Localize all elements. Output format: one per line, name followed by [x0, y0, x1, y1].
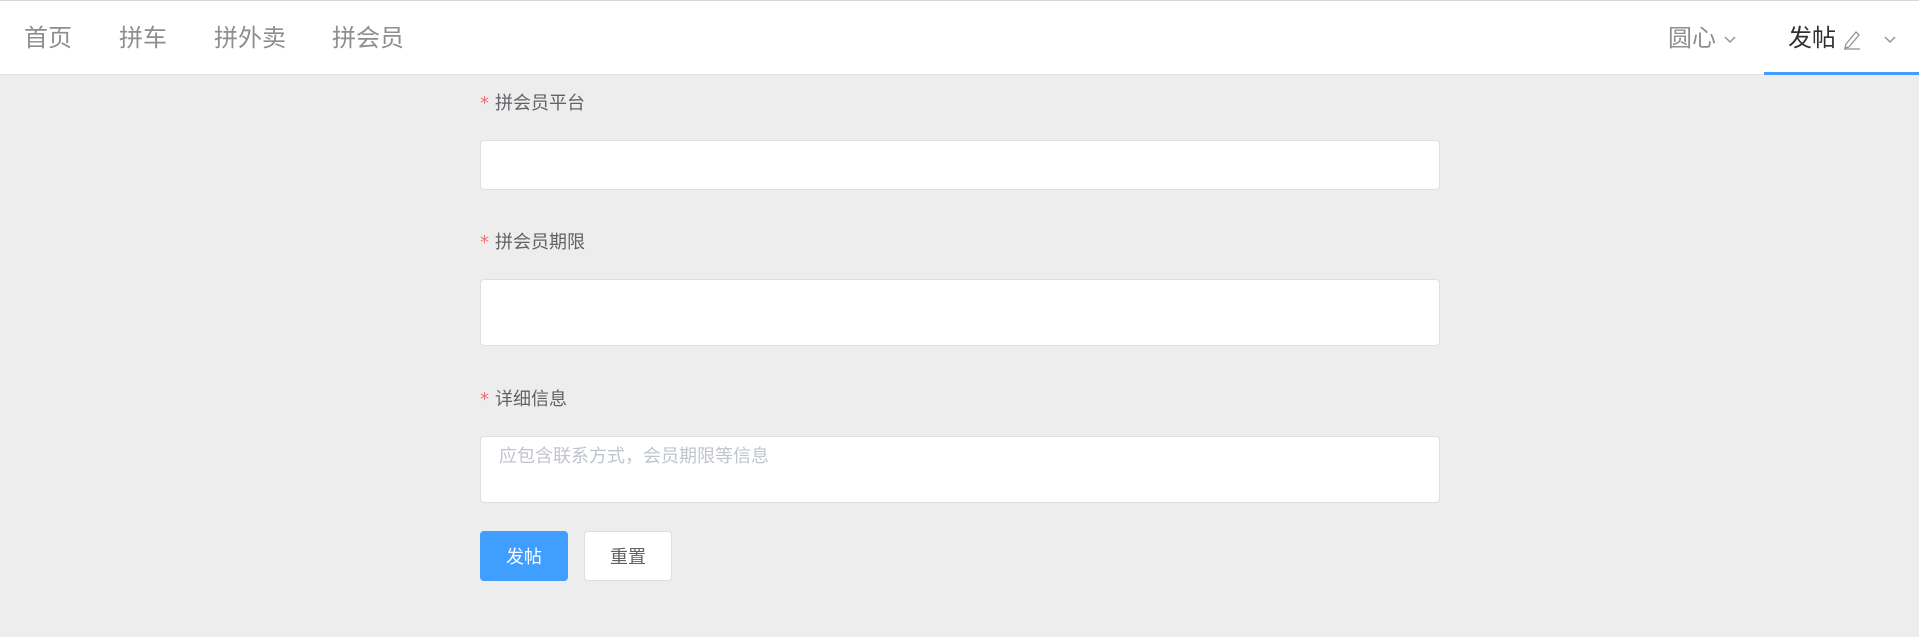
post-menu-label: 发帖: [1788, 24, 1836, 52]
details-textarea[interactable]: [480, 436, 1440, 503]
platform-input[interactable]: [480, 140, 1440, 190]
nav-item-takeout[interactable]: 拼外卖: [214, 1, 286, 75]
required-mark: *: [480, 93, 489, 114]
edit-icon: [1840, 27, 1864, 51]
duration-input[interactable]: [480, 279, 1440, 346]
post-menu[interactable]: 发帖: [1764, 1, 1919, 75]
details-label-text: 详细信息: [495, 389, 567, 410]
details-label: * 详细信息: [480, 385, 567, 411]
required-mark: *: [480, 232, 489, 253]
required-mark: *: [480, 389, 489, 410]
chevron-down-icon: [1882, 31, 1898, 47]
user-menu[interactable]: 圆心: [1668, 1, 1738, 75]
chevron-down-icon: [1722, 31, 1738, 47]
platform-label-text: 拼会员平台: [495, 93, 585, 114]
duration-label-text: 拼会员期限: [495, 232, 585, 253]
top-navigation-bar: 首页 拼车 拼外卖 拼会员 圆心 发帖: [0, 0, 1919, 75]
nav-item-membership[interactable]: 拼会员: [332, 1, 404, 75]
nav-item-carpool[interactable]: 拼车: [119, 1, 167, 75]
platform-label: * 拼会员平台: [480, 89, 585, 115]
duration-label: * 拼会员期限: [480, 228, 585, 254]
user-menu-label: 圆心: [1668, 24, 1716, 52]
nav-item-home[interactable]: 首页: [24, 1, 72, 75]
submit-post-button[interactable]: 发帖: [480, 531, 568, 581]
reset-button[interactable]: 重置: [584, 531, 672, 581]
